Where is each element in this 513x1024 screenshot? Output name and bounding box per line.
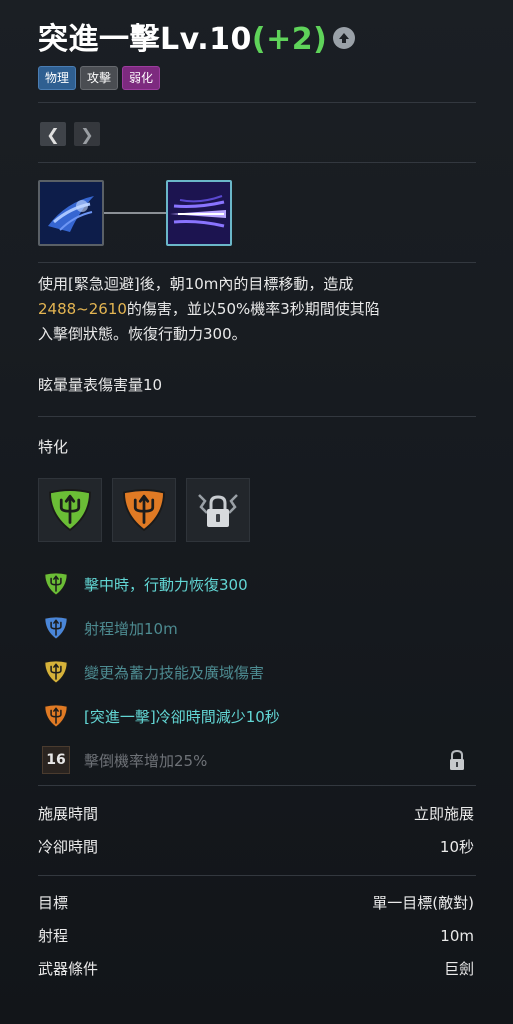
description-line: 入擊倒狀態。恢復行動力300。 [38, 325, 247, 343]
stat-row-weapon: 武器條件 巨劍 [38, 952, 474, 985]
damage-range: 2488~2610 [38, 300, 127, 318]
divider [38, 785, 476, 786]
stat-row-cooldown: 冷卻時間 10秒 [38, 830, 474, 863]
stat-row-range: 射程 10m [38, 919, 474, 952]
tag-debuff: 弱化 [122, 66, 161, 90]
skill-nav: ❮ ❯ [40, 122, 100, 146]
spec-item-text: 變更為蓄力技能及廣域傷害 [84, 663, 265, 682]
divider [38, 875, 476, 876]
stat-value: 10m [440, 926, 474, 945]
stat-row-target: 目標 單一目標(敵對) [38, 886, 474, 919]
chevron-right-icon: ❯ [80, 124, 94, 144]
specialization-slots [38, 478, 250, 542]
divider [38, 262, 476, 263]
chevron-left-icon: ❮ [46, 124, 60, 144]
targeting-stats: 目標 單一目標(敵對) 射程 10m 武器條件 巨劍 [38, 886, 474, 985]
stat-row-cast-time: 施展時間 立即施展 [38, 797, 474, 830]
specialization-heading: 特化 [38, 438, 69, 456]
stat-label: 冷卻時間 [38, 838, 99, 856]
divider [38, 102, 476, 103]
specialization-list: 擊中時，行動力恢復300 射程增加10m 變更為蓄力技能及廣域傷害 [突進一擊]… [42, 562, 476, 782]
stat-value: 10秒 [439, 838, 474, 856]
charge-strike-skill-icon[interactable] [166, 180, 232, 246]
orange-trident-shield-icon[interactable] [112, 478, 176, 542]
description-line: 2488~2610的傷害，並以50%機率3秒期間使其陷 [38, 297, 474, 322]
tag-physical: 物理 [38, 66, 77, 90]
yellow-trident-shield-icon [42, 658, 70, 686]
spec-item[interactable]: 射程增加10m [42, 606, 476, 650]
tag-attack: 攻擊 [80, 66, 119, 90]
padlock-icon [450, 749, 464, 770]
blue-trident-shield-icon [42, 614, 70, 642]
skill-tooltip-panel: 突進一擊Lv.10(+2) 物理 攻擊 弱化 ❮ ❯ 使用[緊急迴避]後，朝10… [38, 0, 478, 1024]
upgrade-arrow-icon[interactable] [333, 27, 356, 49]
stat-value: 巨劍 [443, 960, 474, 978]
skill-tags: 物理 攻擊 弱化 [38, 66, 161, 90]
unlock-level-badge: 16 [42, 746, 70, 774]
spec-item-locked[interactable]: 16 擊倒機率增加25% [42, 738, 476, 782]
stat-label: 武器條件 [38, 960, 99, 978]
stat-value: 單一目標(敵對) [372, 894, 474, 912]
skill-name: 突進一擊Lv.10 [38, 22, 252, 57]
skill-level-bonus: (+2) [251, 22, 328, 57]
timing-stats: 施展時間 立即施展 冷卻時間 10秒 [38, 797, 474, 863]
next-button[interactable]: ❯ [74, 122, 100, 146]
description-line: 使用[緊急迴避]後，朝10m內的目標移動，造成 [38, 275, 354, 293]
stat-label: 射程 [38, 927, 69, 945]
stun-gauge-damage: 眩暈量表傷害量10 [38, 376, 163, 394]
skill-description: 使用[緊急迴避]後，朝10m內的目標移動，造成 2488~2610的傷害，並以5… [38, 272, 474, 347]
spec-item-text: [突進一擊]冷卻時間減少10秒 [84, 707, 280, 726]
skill-chain [38, 180, 238, 246]
dash-claw-skill-icon[interactable] [38, 180, 104, 246]
spec-item[interactable]: 擊中時，行動力恢復300 [42, 562, 476, 606]
spec-item-text: 擊中時，行動力恢復300 [84, 575, 248, 594]
title-row: 突進一擊Lv.10(+2) [38, 14, 356, 58]
green-trident-shield-icon [42, 570, 70, 598]
spec-item-text: 射程增加10m [84, 619, 178, 638]
green-trident-shield-icon[interactable] [38, 478, 102, 542]
divider [38, 416, 476, 417]
padlock-icon[interactable] [186, 478, 250, 542]
description-text: 的傷害，並以50%機率3秒期間使其陷 [126, 300, 380, 318]
chain-connector [104, 212, 166, 214]
stat-value: 立即施展 [413, 805, 474, 823]
spec-item[interactable]: 變更為蓄力技能及廣域傷害 [42, 650, 476, 694]
spec-item[interactable]: [突進一擊]冷卻時間減少10秒 [42, 694, 476, 738]
stat-label: 目標 [38, 894, 69, 912]
divider [38, 162, 476, 163]
stat-label: 施展時間 [38, 805, 99, 823]
prev-button[interactable]: ❮ [40, 122, 66, 146]
orange-trident-shield-icon [42, 702, 70, 730]
skill-title: 突進一擊Lv.10(+2) [38, 14, 327, 58]
spec-item-text: 擊倒機率增加25% [84, 751, 208, 770]
